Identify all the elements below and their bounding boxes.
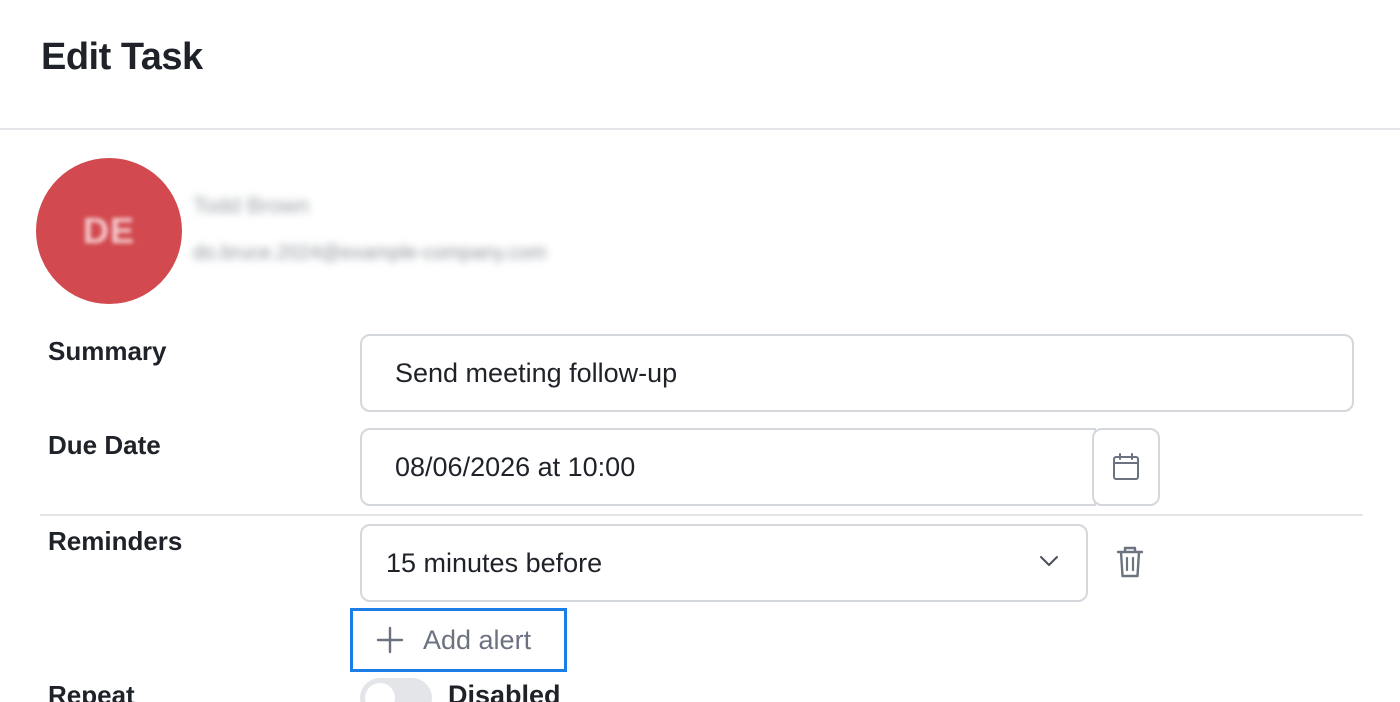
user-email: do.bruce.2024@example-company.com xyxy=(193,242,547,264)
add-alert-label: Add alert xyxy=(423,624,532,655)
summary-input[interactable]: Send meeting follow-up xyxy=(360,334,1354,412)
reminders-label: Reminders xyxy=(48,526,183,556)
due-date-value: 08/06/2026 at 10:00 xyxy=(395,451,636,482)
summary-value: Send meeting follow-up xyxy=(395,357,678,388)
repeat-toggle-label: Disabled xyxy=(448,680,561,702)
edit-task-page: Edit Task DE Todd Brown do.bruce.2024@ex… xyxy=(0,0,1400,702)
add-alert-button[interactable]: Add alert xyxy=(350,608,567,672)
reminder-selected-value: 15 minutes before xyxy=(386,547,603,578)
page-header: Edit Task xyxy=(0,0,1400,130)
plus-icon xyxy=(376,626,404,654)
repeat-label: Repeat xyxy=(48,680,135,702)
page-title: Edit Task xyxy=(41,36,203,78)
trash-icon xyxy=(1116,546,1144,578)
toggle-knob xyxy=(365,683,395,702)
due-date-input[interactable]: 08/06/2026 at 10:00 xyxy=(360,428,1096,506)
user-name: Todd Brown xyxy=(193,193,310,218)
calendar-button[interactable] xyxy=(1092,428,1160,506)
calendar-icon xyxy=(1113,453,1139,480)
chevron-down-icon xyxy=(1040,556,1058,566)
summary-label: Summary xyxy=(48,336,167,366)
repeat-toggle[interactable] xyxy=(360,678,432,702)
reminder-select[interactable]: 15 minutes before xyxy=(360,524,1088,602)
section-divider xyxy=(40,514,1363,516)
delete-reminder-button[interactable] xyxy=(1114,544,1146,585)
avatar-initials: DE xyxy=(82,210,135,251)
avatar: DE xyxy=(36,158,182,304)
due-date-label: Due Date xyxy=(48,430,161,460)
